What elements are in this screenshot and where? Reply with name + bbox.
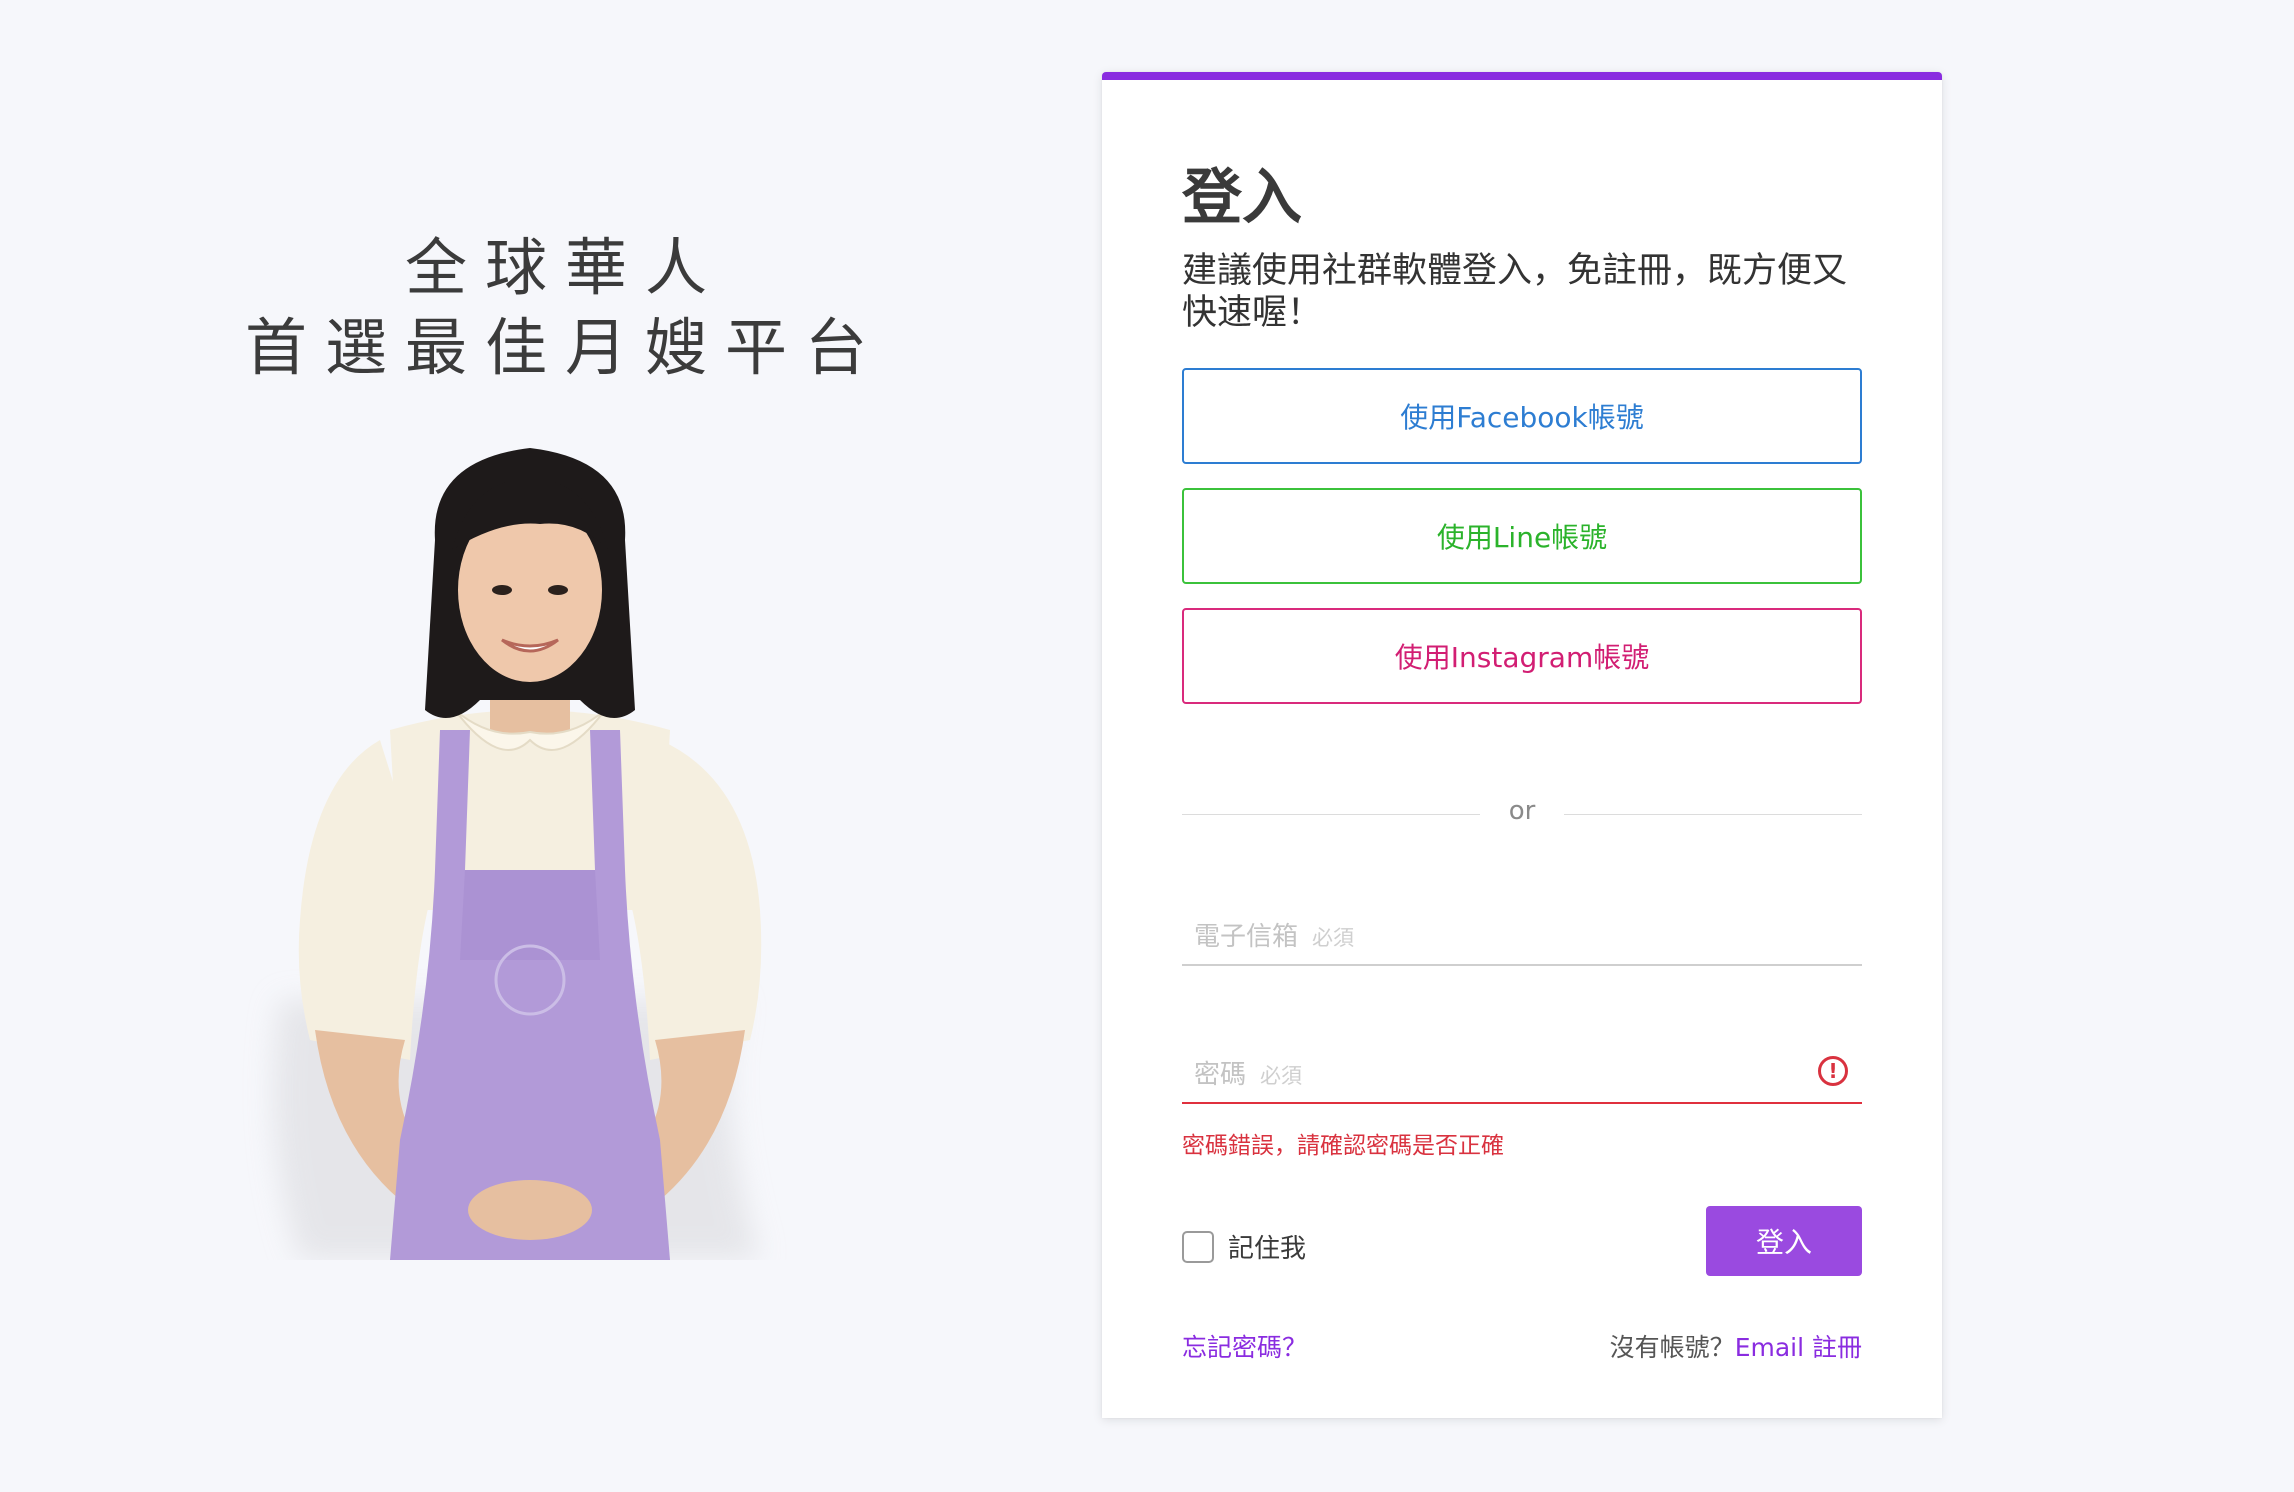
login-page: 全球華人 首選最佳月嫂平台 登入 建議使用社群軟體登入，免註冊，既方便又快速喔！…: [0, 0, 2294, 1492]
divider-line-right: [1564, 814, 1862, 815]
hero-section: 全球華人 首選最佳月嫂平台: [0, 0, 1100, 1492]
signup-prompt: 沒有帳號？Email 註冊: [1610, 1328, 1862, 1364]
instagram-login-button[interactable]: 使用Instagram帳號: [1182, 608, 1862, 704]
remember-me-label: 記住我: [1228, 1234, 1307, 1264]
hero-tagline: 全球華人 首選最佳月嫂平台: [0, 228, 1130, 388]
password-input[interactable]: [1182, 1034, 1862, 1102]
remember-me[interactable]: 記住我: [1182, 1228, 1306, 1265]
email-field: 電子信箱 必須: [1182, 896, 1862, 966]
forgot-password-link[interactable]: 忘記密碼？: [1182, 1328, 1307, 1364]
email-signup-link[interactable]: Email 註冊: [1735, 1333, 1862, 1362]
tagline-line-1: 全球華人: [404, 231, 725, 304]
nanny-illustration: [273, 448, 762, 1260]
login-subtitle: 建議使用社群軟體登入，免註冊，既方便又快速喔！: [1182, 251, 1848, 333]
nanny-photo: [240, 440, 860, 1260]
remember-me-checkbox[interactable]: [1182, 1230, 1214, 1263]
divider-text: or: [1508, 796, 1536, 826]
line-login-button[interactable]: 使用Line帳號: [1182, 488, 1862, 584]
login-title: 登入: [1182, 163, 1302, 233]
exclamation-circle-icon: !: [1818, 1056, 1848, 1086]
password-error-message: 密碼錯誤，請確認密碼是否正確: [1182, 1133, 1504, 1159]
email-input[interactable]: [1182, 896, 1862, 964]
login-submit-button[interactable]: 登入: [1706, 1206, 1862, 1276]
tagline-line-2: 首選最佳月嫂平台: [244, 311, 885, 384]
password-field: 密碼 必須 !: [1182, 1034, 1862, 1104]
login-card: 登入 建議使用社群軟體登入，免註冊，既方便又快速喔！ 使用Facebook帳號 …: [1102, 72, 1942, 1418]
facebook-login-button[interactable]: 使用Facebook帳號: [1182, 368, 1862, 464]
signup-prompt-text: 沒有帳號？: [1609, 1333, 1735, 1362]
or-divider: or: [1182, 794, 1862, 834]
